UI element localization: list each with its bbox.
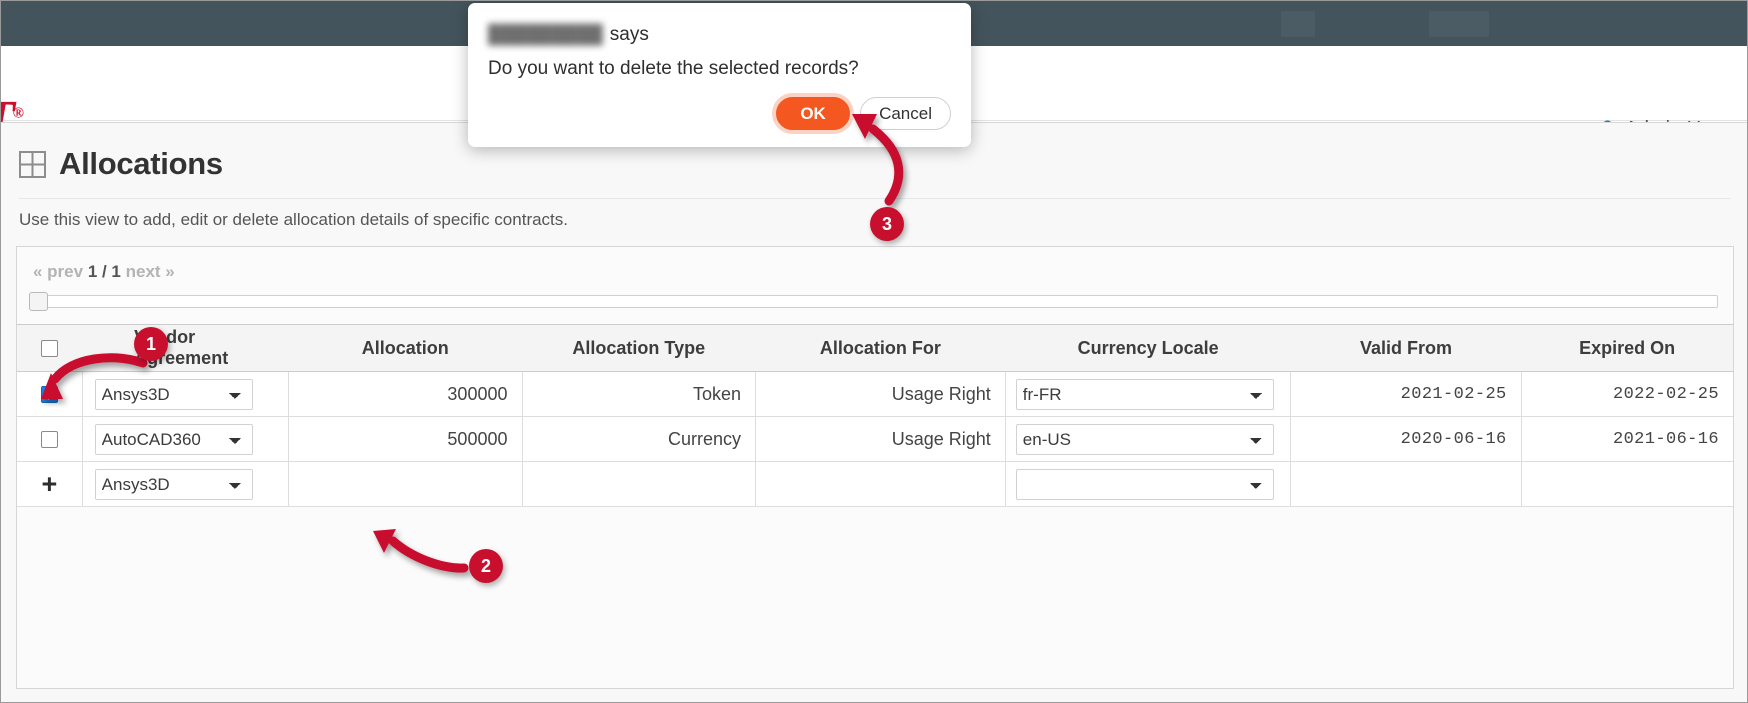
dialog-says-label: says <box>609 24 649 45</box>
currency-locale-select[interactable]: en-US <box>1015 423 1274 455</box>
allocations-panel: « prev 1 / 1 next » Vendor Agreement All… <box>16 246 1734 689</box>
page-title-divider <box>19 198 1731 199</box>
cell-allocation[interactable]: 500000 <box>288 416 523 462</box>
table-new-row: + Ansys3D <box>17 461 1733 507</box>
cell-allocation-for[interactable]: Usage Right <box>755 416 1006 462</box>
cell-expired-on[interactable]: 2022-02-25 <box>1521 371 1733 417</box>
page-content: Allocations Use this view to add, edit o… <box>1 122 1747 702</box>
cell-allocation[interactable]: 300000 <box>288 371 523 417</box>
horizontal-scrollbar-thumb[interactable] <box>29 292 48 311</box>
new-cell-allocation[interactable] <box>288 461 523 507</box>
plus-icon[interactable]: + <box>41 469 57 499</box>
page-description: Use this view to add, edit or delete all… <box>19 210 569 229</box>
new-currency-locale-select[interactable] <box>1015 468 1274 500</box>
vendor-agreement-select[interactable]: Ansys3D <box>94 378 253 410</box>
registered-trademark-icon: ® <box>12 105 24 122</box>
horizontal-scrollbar[interactable] <box>36 295 1718 308</box>
cell-allocation-type[interactable]: Token <box>522 371 756 417</box>
grid-icon <box>19 150 46 178</box>
page-header: Allocations <box>19 146 223 182</box>
table-header-row: Vendor Agreement Allocation Allocation T… <box>17 324 1733 372</box>
column-header-allocation-type[interactable]: Allocation Type <box>522 324 756 372</box>
dialog-message: Do you want to delete the selected recor… <box>488 58 859 79</box>
cell-currency-locale: fr-FR <box>1005 371 1292 417</box>
table-header: Vendor Agreement Allocation Allocation T… <box>17 324 1733 372</box>
cell-valid-from[interactable]: 2020-06-16 <box>1290 416 1522 462</box>
pagination-current: 1 / 1 <box>87 262 121 281</box>
dialog-ok-button[interactable]: OK <box>776 97 851 130</box>
dialog-button-row: OK Cancel <box>776 97 951 130</box>
cell-valid-from[interactable]: 2021-02-25 <box>1290 371 1522 417</box>
cell-allocation-for[interactable]: Usage Right <box>755 371 1006 417</box>
currency-locale-select[interactable]: fr-FR <box>1015 378 1274 410</box>
column-header-expired-on[interactable]: Expired On <box>1521 324 1733 372</box>
app-window: T® Admin User Allocations Use this view … <box>0 0 1748 703</box>
top-nav-placeholder-right[interactable] <box>1429 11 1489 37</box>
allocations-table: Vendor Agreement Allocation Allocation T… <box>17 324 1733 507</box>
cell-vendor-agreement: AutoCAD360 <box>82 416 290 462</box>
table-body: Ansys3D 300000 Token Usage Right fr-FR 2… <box>17 371 1733 507</box>
page-title: Allocations <box>59 146 223 181</box>
column-header-allocation-for[interactable]: Allocation For <box>755 324 1006 372</box>
cell-expired-on[interactable]: 2021-06-16 <box>1521 416 1733 462</box>
add-row-cell: + <box>17 461 83 507</box>
cell-currency-locale: en-US <box>1005 416 1292 462</box>
table-row: AutoCAD360 500000 Currency Usage Right e… <box>17 416 1733 462</box>
dialog-origin-row: █████████ says <box>488 24 649 46</box>
new-vendor-agreement-select[interactable]: Ansys3D <box>94 468 253 500</box>
row-checkbox[interactable] <box>40 386 58 404</box>
new-cell-allocation-for[interactable] <box>755 461 1006 507</box>
column-header-currency-locale[interactable]: Currency Locale <box>1005 324 1291 372</box>
table-row: Ansys3D 300000 Token Usage Right fr-FR 2… <box>17 371 1733 417</box>
dialog-origin-domain: █████████ <box>488 24 603 44</box>
pagination-next[interactable]: next » <box>121 262 175 281</box>
new-cell-valid-from[interactable] <box>1290 461 1522 507</box>
vendor-agreement-select[interactable]: AutoCAD360 <box>94 423 253 455</box>
column-header-allocation[interactable]: Allocation <box>288 324 522 372</box>
dialog-cancel-button[interactable]: Cancel <box>860 97 951 130</box>
select-all-checkbox[interactable] <box>41 340 59 358</box>
confirm-dialog: █████████ says Do you want to delete the… <box>468 3 971 147</box>
row-checkbox[interactable] <box>40 431 58 449</box>
new-cell-expired-on[interactable] <box>1521 461 1733 507</box>
row-select-cell <box>17 371 83 417</box>
new-cell-currency-locale <box>1005 461 1292 507</box>
cell-vendor-agreement: Ansys3D <box>82 371 290 417</box>
column-header-valid-from[interactable]: Valid From <box>1290 324 1522 372</box>
new-cell-vendor-agreement: Ansys3D <box>82 461 290 507</box>
top-nav-placeholder-left[interactable] <box>1281 11 1315 37</box>
pagination: « prev 1 / 1 next » <box>33 262 175 282</box>
row-select-cell <box>17 416 83 462</box>
new-cell-allocation-type[interactable] <box>522 461 756 507</box>
cell-allocation-type[interactable]: Currency <box>522 416 756 462</box>
select-all-header <box>17 324 83 372</box>
pagination-prev[interactable]: « prev <box>33 262 88 281</box>
column-header-vendor-agreement[interactable]: Vendor Agreement <box>82 324 289 372</box>
